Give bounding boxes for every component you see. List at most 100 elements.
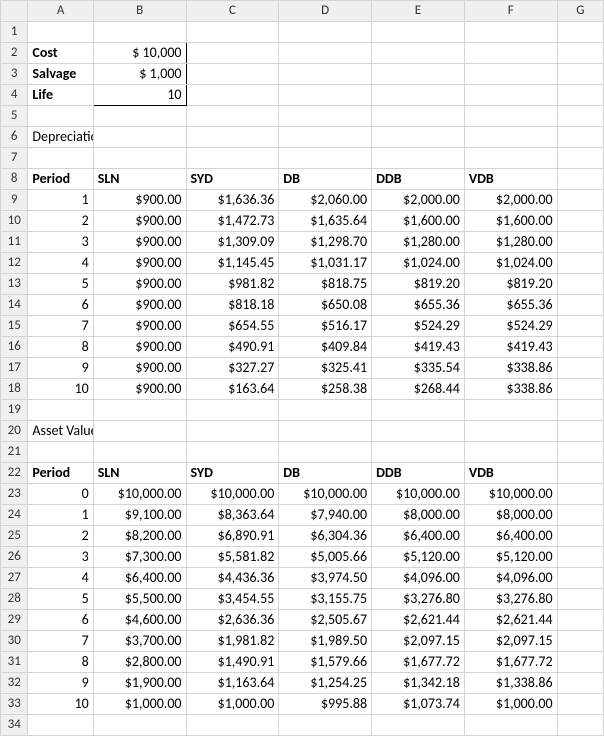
cell[interactable] <box>464 22 557 43</box>
row-header[interactable]: 21 <box>1 442 28 463</box>
cell[interactable]: 10 <box>93 85 186 106</box>
cell[interactable]: $981.82 <box>186 274 279 295</box>
cell[interactable] <box>557 631 603 652</box>
cell[interactable]: $655.36 <box>372 295 465 316</box>
cell[interactable]: $819.20 <box>372 274 465 295</box>
row-header[interactable]: 26 <box>1 547 28 568</box>
cell[interactable]: $1,472.73 <box>186 211 279 232</box>
cell[interactable] <box>372 85 465 106</box>
cell[interactable]: $1,280.00 <box>372 232 465 253</box>
cell[interactable]: $900.00 <box>93 232 186 253</box>
cell[interactable]: Salvage <box>28 64 93 85</box>
cell[interactable] <box>186 127 279 148</box>
row-header[interactable]: 18 <box>1 379 28 400</box>
cell[interactable] <box>557 694 603 715</box>
grid-row[interactable]: 113$900.00$1,309.09$1,298.70$1,280.00$1,… <box>1 232 604 253</box>
cell[interactable] <box>372 715 465 736</box>
cell[interactable] <box>464 43 557 64</box>
cell[interactable]: $1,981.82 <box>186 631 279 652</box>
cell[interactable] <box>186 64 279 85</box>
grid-row[interactable]: 5 <box>1 106 604 127</box>
cell[interactable]: $10,000.00 <box>372 484 465 505</box>
cell[interactable]: DB <box>279 169 372 190</box>
row-header[interactable]: 31 <box>1 652 28 673</box>
grid-row[interactable]: 168$900.00$490.91$409.84$419.43$419.43 <box>1 337 604 358</box>
cell[interactable]: $338.86 <box>464 358 557 379</box>
row-header[interactable]: 29 <box>1 610 28 631</box>
cell[interactable]: 9 <box>28 673 93 694</box>
cell[interactable]: $327.27 <box>186 358 279 379</box>
row-header[interactable]: 4 <box>1 85 28 106</box>
row-header[interactable]: 13 <box>1 274 28 295</box>
cell[interactable] <box>557 526 603 547</box>
cell[interactable] <box>93 22 186 43</box>
cell[interactable] <box>557 43 603 64</box>
cell[interactable] <box>279 715 372 736</box>
grid-row[interactable]: 318$2,800.00$1,490.91$1,579.66$1,677.72$… <box>1 652 604 673</box>
cell[interactable] <box>186 22 279 43</box>
grid-row[interactable]: 22PeriodSLNSYDDBDDBVDB <box>1 463 604 484</box>
cell[interactable] <box>93 442 186 463</box>
cell[interactable]: $3,700.00 <box>93 631 186 652</box>
cell[interactable]: $1,677.72 <box>464 652 557 673</box>
cell[interactable]: 4 <box>28 568 93 589</box>
cell[interactable]: $10,000.00 <box>279 484 372 505</box>
cell[interactable] <box>28 106 93 127</box>
cell[interactable]: $419.43 <box>464 337 557 358</box>
grid-row[interactable]: 135$900.00$981.82$818.75$819.20$819.20 <box>1 274 604 295</box>
cell[interactable]: SYD <box>186 463 279 484</box>
cell[interactable]: $5,581.82 <box>186 547 279 568</box>
cell[interactable]: $4,096.00 <box>464 568 557 589</box>
cell[interactable]: $1,338.86 <box>464 673 557 694</box>
cell[interactable] <box>557 442 603 463</box>
cell[interactable]: $524.29 <box>464 316 557 337</box>
cell[interactable] <box>464 64 557 85</box>
cell[interactable] <box>557 547 603 568</box>
cell[interactable]: $ 1,000 <box>93 64 186 85</box>
cell[interactable]: $8,000.00 <box>464 505 557 526</box>
cell[interactable]: 6 <box>28 610 93 631</box>
cell[interactable]: 10 <box>28 694 93 715</box>
cell[interactable] <box>557 463 603 484</box>
grid-row[interactable]: 3310$1,000.00$1,000.00$995.88$1,073.74$1… <box>1 694 604 715</box>
cell[interactable] <box>279 22 372 43</box>
cell[interactable] <box>557 64 603 85</box>
cell[interactable]: $819.20 <box>464 274 557 295</box>
cell[interactable]: $2,000.00 <box>464 190 557 211</box>
cell[interactable] <box>186 442 279 463</box>
cell[interactable]: SLN <box>93 169 186 190</box>
cell[interactable]: Period <box>28 169 93 190</box>
row-header[interactable]: 14 <box>1 295 28 316</box>
cell[interactable]: $2,097.15 <box>372 631 465 652</box>
cell[interactable] <box>557 358 603 379</box>
cell[interactable]: $2,636.36 <box>186 610 279 631</box>
col-header-b[interactable]: B <box>93 1 186 22</box>
cell[interactable]: $1,989.50 <box>279 631 372 652</box>
grid-row[interactable]: 241$9,100.00$8,363.64$7,940.00$8,000.00$… <box>1 505 604 526</box>
cell[interactable]: SLN <box>93 463 186 484</box>
cell[interactable]: $2,505.67 <box>279 610 372 631</box>
cell[interactable]: $900.00 <box>93 190 186 211</box>
cell[interactable] <box>279 127 372 148</box>
cell[interactable]: $900.00 <box>93 379 186 400</box>
grid-row[interactable]: 157$900.00$654.55$516.17$524.29$524.29 <box>1 316 604 337</box>
cell[interactable]: $655.36 <box>464 295 557 316</box>
cell[interactable] <box>93 400 186 421</box>
grid-row[interactable]: 19 <box>1 400 604 421</box>
cell[interactable] <box>279 43 372 64</box>
row-header[interactable]: 6 <box>1 127 28 148</box>
cell[interactable]: $1,600.00 <box>464 211 557 232</box>
cell[interactable] <box>464 127 557 148</box>
cell[interactable]: $ 10,000 <box>93 43 186 64</box>
cell[interactable]: $7,300.00 <box>93 547 186 568</box>
grid-row[interactable]: 21 <box>1 442 604 463</box>
cell[interactable] <box>93 148 186 169</box>
row-header[interactable]: 10 <box>1 211 28 232</box>
cell[interactable]: $1,298.70 <box>279 232 372 253</box>
cell[interactable]: $5,500.00 <box>93 589 186 610</box>
col-header-a[interactable]: A <box>28 1 93 22</box>
cell[interactable]: $325.41 <box>279 358 372 379</box>
cell[interactable] <box>186 421 279 442</box>
cell[interactable]: 2 <box>28 211 93 232</box>
grid-row[interactable]: 179$900.00$327.27$325.41$335.54$338.86 <box>1 358 604 379</box>
